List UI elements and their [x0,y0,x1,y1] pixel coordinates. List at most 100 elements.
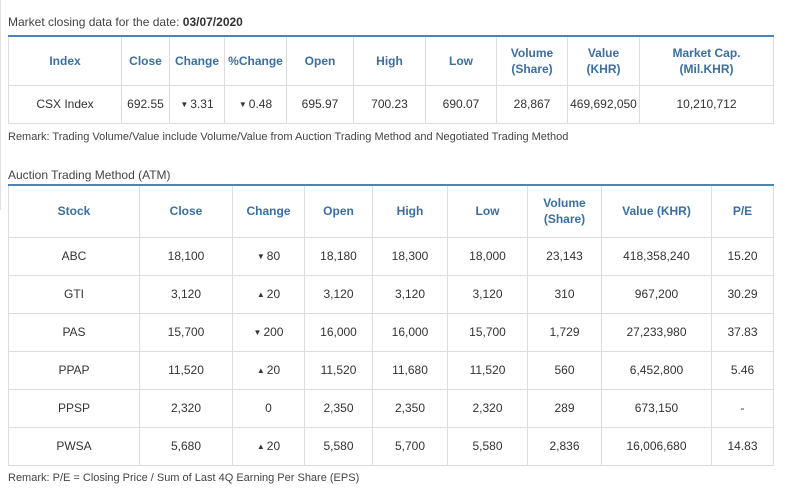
cell-pe: 14.83 [711,426,774,466]
cell-high: 18,300 [372,236,448,276]
cell-low: 18,000 [447,236,528,276]
cell-open: 18,180 [304,236,373,276]
cell-pe: - [711,388,774,428]
cell-low: 5,580 [447,426,528,466]
table-row: PPSP 2,320 0 2,350 2,350 2,320 289 673,150- [8,388,774,428]
header-volume-line1: Volume [543,196,586,211]
atm-section-title: Auction Trading Method (ATM) [8,168,171,182]
cell-market-cap: 10,210,712 [639,84,774,124]
cell-stock: PPSP [8,388,140,428]
change-value: 20 [266,287,281,301]
cell-pe: 37.83 [711,312,774,352]
cell-change: 0 [232,388,305,428]
header-stock: Stock [8,185,140,238]
cell-high: 5,700 [372,426,448,466]
cell-open: 3,120 [304,274,373,314]
header-pct-change: %Change [224,36,287,86]
cell-high: 11,680 [372,350,448,390]
header-cap-line2: (Mil.KHR) [679,61,734,76]
change-value: 20 [266,363,281,377]
caret-down-icon: ▼ [256,252,265,261]
cell-change: ▼ 200 [232,312,305,352]
table-row: PPAP 11,520 ▲ 20 11,520 11,680 11,520 560 6,452,… [8,350,774,390]
header-index: Index [8,36,122,86]
cell-value: 16,006,680 [601,426,712,466]
cell-value: 967,200 [601,274,712,314]
caret-up-icon: ▲ [256,442,265,451]
cell-low: 15,700 [447,312,528,352]
cell-pe: 5.46 [711,350,774,390]
cell-value: 27,233,980 [601,312,712,352]
cell-high: 16,000 [372,312,448,352]
header-close: Close [139,185,233,238]
cell-low: 690.07 [425,84,497,124]
header-change: Change [169,36,225,86]
header-low: Low [447,185,528,238]
cell-value: 469,692,050 [567,84,640,124]
header-volume-line2: (Share) [511,61,553,76]
cell-stock: GTI [8,274,140,314]
header-low: Low [425,36,497,86]
cell-index: CSX Index [8,84,122,124]
cell-volume: 28,867 [496,84,568,124]
cell-open: 695.97 [286,84,354,124]
cell-volume: 2,836 [527,426,602,466]
market-date: 03/07/2020 [182,15,243,29]
header-open: Open [304,185,373,238]
cell-volume: 289 [527,388,602,428]
cell-open: 11,520 [304,350,373,390]
market-section-title: Market closing data for the date: 03/07/… [8,15,243,29]
caret-down-icon: ▼ [238,100,247,109]
cell-close: 3,120 [139,274,233,314]
table-row: PWSA 5,680 ▲ 20 5,580 5,700 5,580 2,836 16,006,6… [8,426,774,466]
header-pe: P/E [711,185,774,238]
change-value: 200 [263,325,284,339]
cell-change: ▼ 80 [232,236,305,276]
header-value: Value (KHR) [601,185,712,238]
change-value: 20 [266,439,281,453]
caret-up-icon: ▲ [256,366,265,375]
cell-volume: 560 [527,350,602,390]
cell-change: ▲ 20 [232,350,305,390]
cell-pct-change: ▼ 0.48 [224,84,287,124]
header-market-cap: Market Cap. (Mil.KHR) [639,36,774,86]
caret-down-icon: ▼ [180,100,189,109]
cell-low: 3,120 [447,274,528,314]
page-left-rule [0,0,1,210]
change-value: 80 [266,249,281,263]
caret-down-icon: ▼ [253,328,262,337]
cell-high: 3,120 [372,274,448,314]
cell-value: 673,150 [601,388,712,428]
cell-volume: 310 [527,274,602,314]
cell-close: 15,700 [139,312,233,352]
cell-low: 2,320 [447,388,528,428]
cell-stock: PPAP [8,350,140,390]
header-volume: Volume (Share) [527,185,602,238]
cell-stock: PWSA [8,426,140,466]
cell-open: 2,350 [304,388,373,428]
change-value: 3.31 [190,97,214,111]
cell-change: ▼ 3.31 [169,84,225,124]
market-index-table: Index Close Change %Change Open High Low… [8,35,774,124]
header-open: Open [286,36,354,86]
cell-volume: 1,729 [527,312,602,352]
market-remark: Remark: Trading Volume/Value include Vol… [8,131,569,143]
table-row: PAS 15,700 ▼ 200 16,000 16,000 15,700 1,729 27,2… [8,312,774,352]
change-value: 0 [265,401,272,415]
cell-pe: 30.29 [711,274,774,314]
header-change: Change [232,185,305,238]
table-row: ABC 18,100 ▼ 80 18,180 18,300 18,000 23,143 418,… [8,236,774,276]
atm-remark: Remark: P/E = Closing Price / Sum of Las… [8,472,360,484]
cell-stock: PAS [8,312,140,352]
cell-volume: 23,143 [527,236,602,276]
cell-close: 18,100 [139,236,233,276]
cell-open: 5,580 [304,426,373,466]
table-row: GTI 3,120 ▲ 20 3,120 3,120 3,120 310 967,200 30.2… [8,274,774,314]
cell-close: 11,520 [139,350,233,390]
header-close: Close [121,36,170,86]
atm-stock-table: Stock Close Change Open High Low Volume … [8,184,774,466]
cell-high: 700.23 [353,84,426,124]
cell-low: 11,520 [447,350,528,390]
cell-pe: 15.20 [711,236,774,276]
header-value: Value (KHR) [567,36,640,86]
